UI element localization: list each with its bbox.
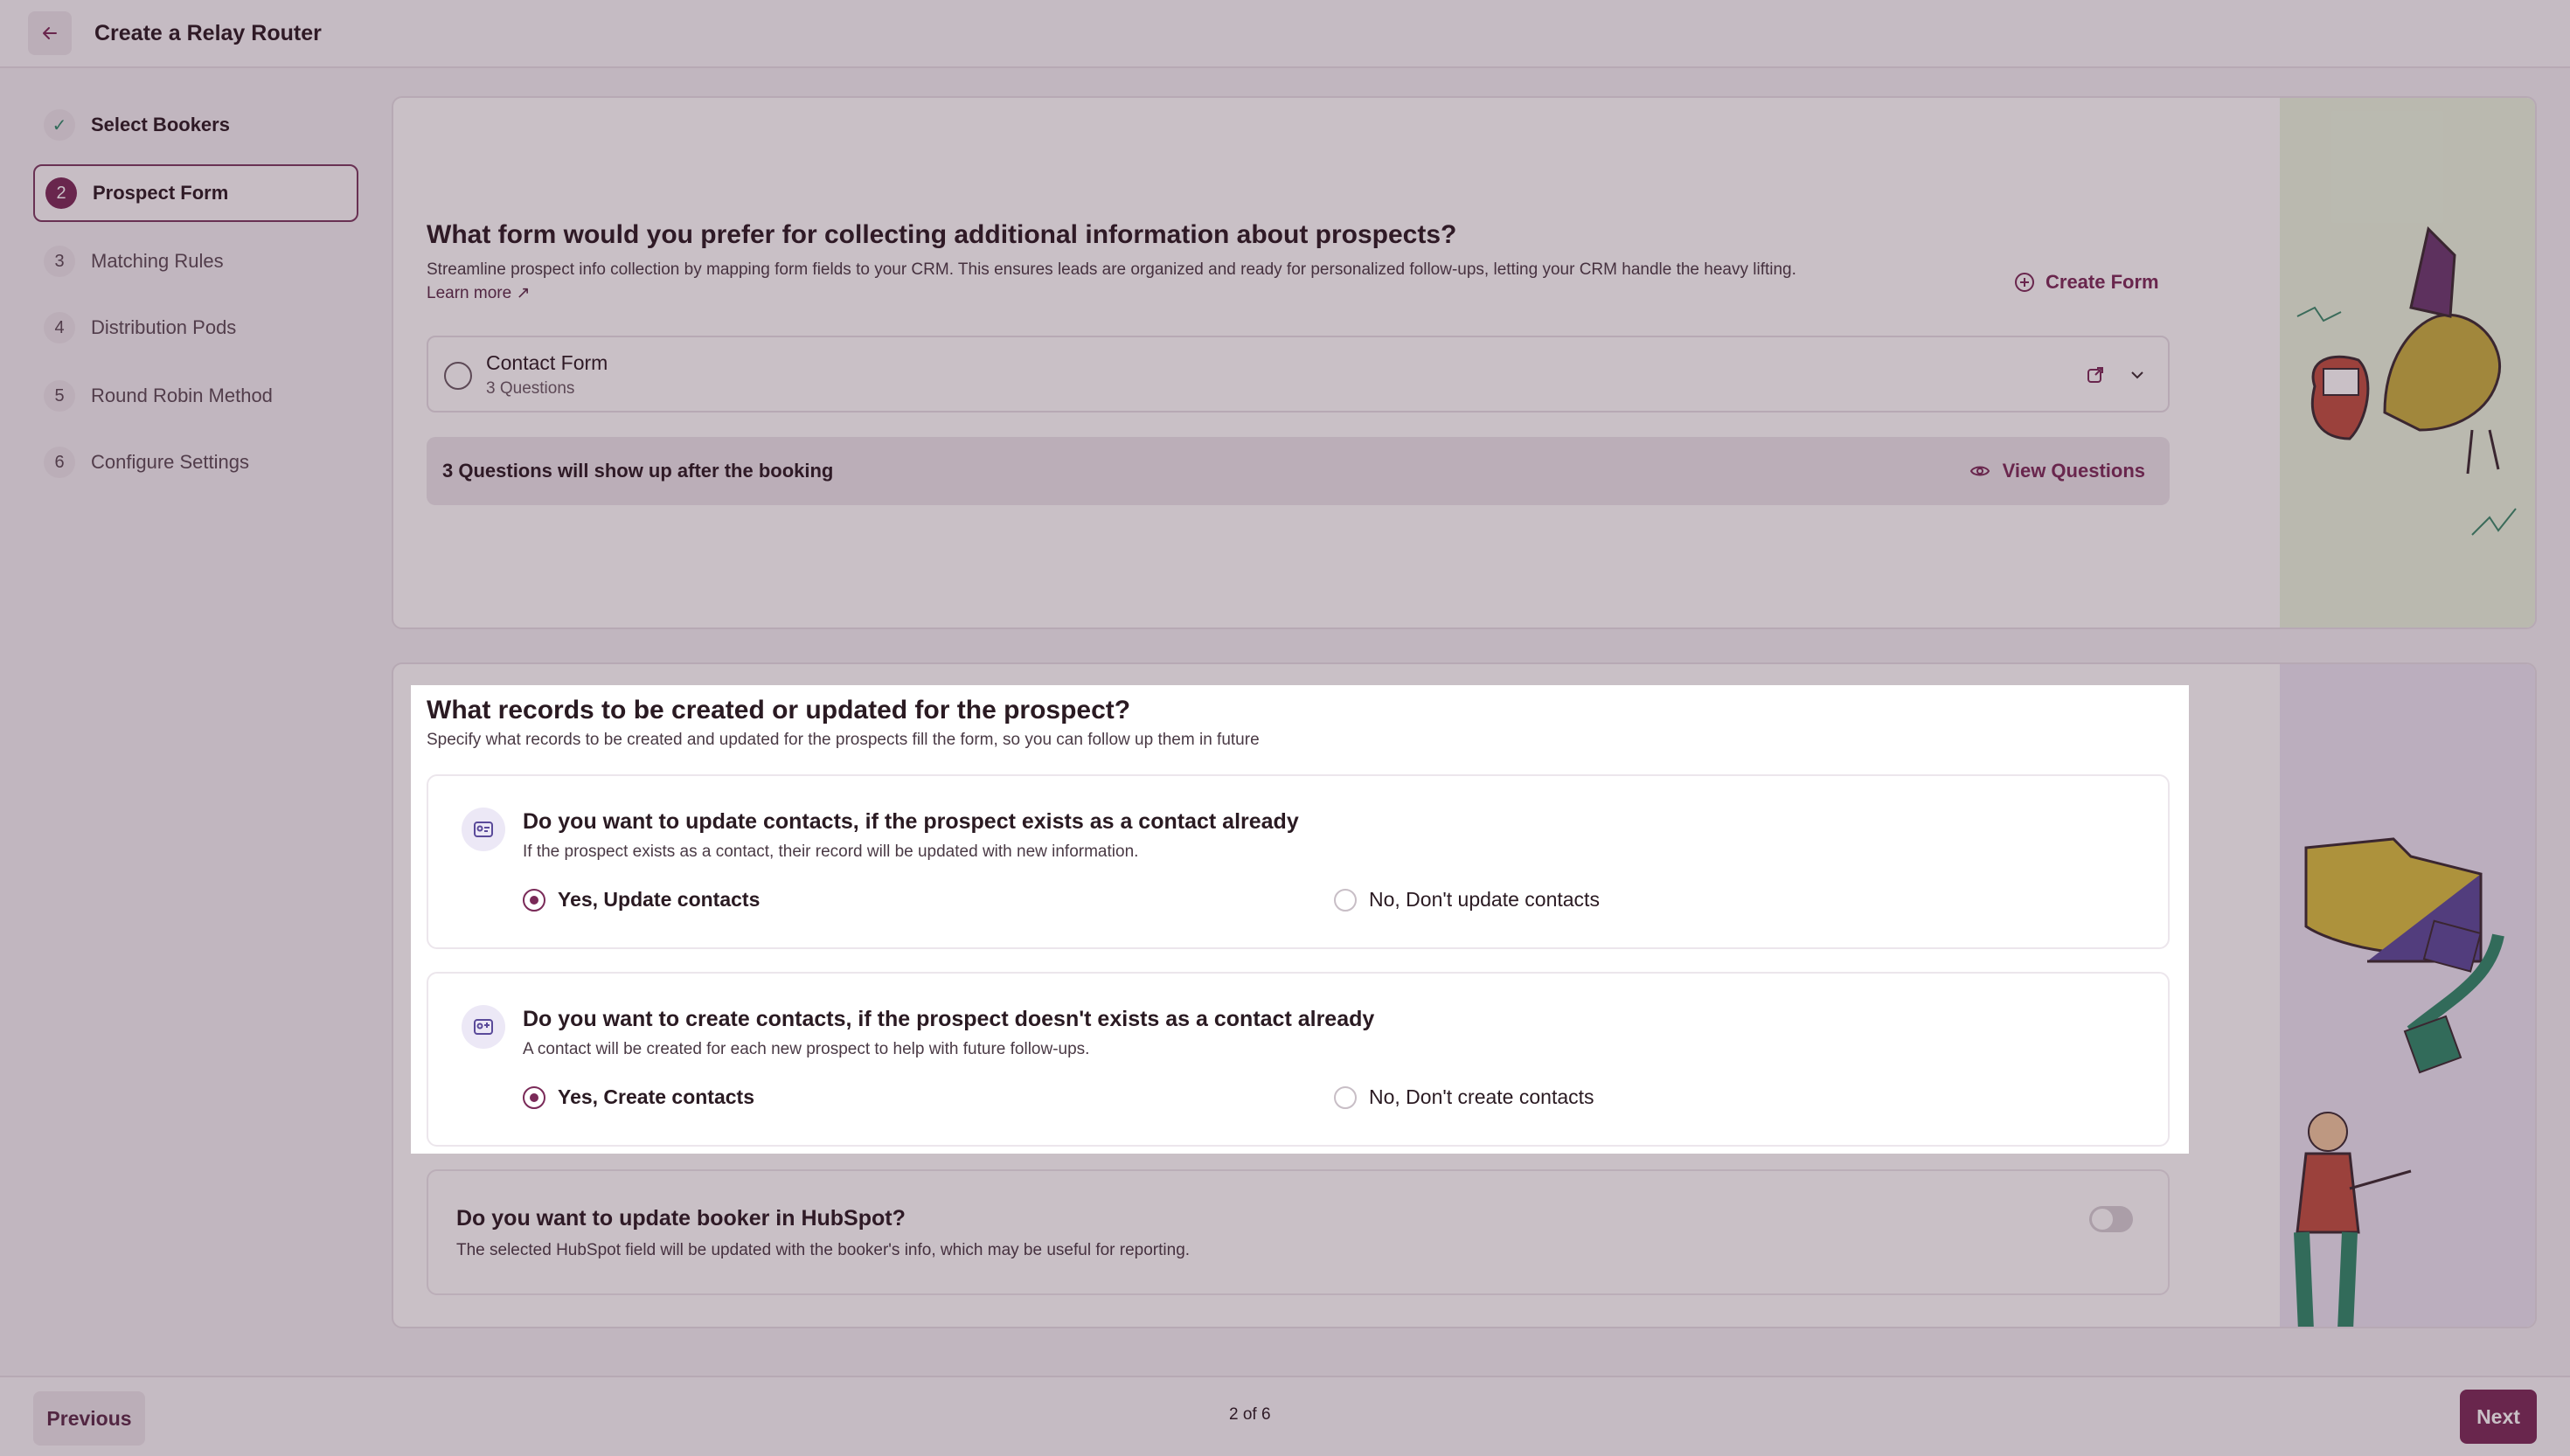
create-contacts-yes-option[interactable]: Yes, Create contacts [523,1085,754,1109]
footer: Previous 2 of 6 Next [0,1376,2570,1456]
radio-button[interactable] [523,1085,545,1109]
step-distribution-pods[interactable]: 4 Distribution Pods [33,299,358,357]
step-label: Round Robin Method [91,385,273,406]
update-booker-toggle[interactable] [2089,1206,2133,1232]
questions-note: 3 Questions will show up after the booki… [442,460,834,482]
step-configure-settings[interactable]: 6 Configure Settings [33,433,358,491]
form-question-subtitle: Streamline prospect info collection by m… [427,260,1796,279]
radio-button[interactable] [1334,888,1357,912]
arrow-left-icon [43,27,57,39]
create-contacts-no-option[interactable]: No, Don't create contacts [1334,1085,1594,1109]
page-indicator: 2 of 6 [1229,1405,1271,1424]
check-icon: ✓ [44,109,75,141]
step-label: Select Bookers [91,114,230,135]
bird-illustration [2280,98,2535,627]
create-contacts-title: Do you want to create contacts, if the p… [523,1007,1375,1031]
chevron-down-icon[interactable] [2128,365,2147,385]
contact-card-icon [462,808,505,851]
step-label: Configure Settings [91,451,249,473]
previous-button[interactable]: Previous [33,1391,145,1446]
records-question-title: What records to be created or updated fo… [427,696,1131,725]
step-round-robin-method[interactable]: 5 Round Robin Method [33,367,358,425]
option-label: No, Don't update contacts [1369,888,1600,911]
folder-illustration [2280,664,2535,1327]
page-title: Create a Relay Router [94,21,322,45]
update-contacts-no-option[interactable]: No, Don't update contacts [1334,888,1600,912]
update-contacts-card: Do you want to update contacts, if the p… [427,774,2170,949]
update-booker-subtitle: The selected HubSpot field will be updat… [456,1241,1191,1259]
top-bar: Create a Relay Router [0,0,2570,68]
step-matching-rules[interactable]: 3 Matching Rules [33,232,358,290]
external-link-icon[interactable] [2086,365,2105,385]
create-form-button[interactable]: Create Form [2014,271,2159,294]
create-contacts-subtitle: A contact will be created for each new p… [523,1040,1090,1058]
option-label: No, Don't create contacts [1369,1085,1594,1108]
next-button[interactable]: Next [2460,1390,2537,1444]
step-number: 5 [44,380,75,412]
form-dropdown[interactable]: Contact Form 3 Questions [427,336,2170,413]
step-label: Matching Rules [91,250,224,272]
step-label: Distribution Pods [91,316,237,338]
step-label: Prospect Form [93,182,229,204]
plus-circle-icon [2015,273,2034,292]
form-question-title: What form would you prefer for collectin… [427,220,1457,249]
create-contacts-card: Do you want to create contacts, if the p… [427,972,2170,1147]
view-questions-label: View Questions [2002,460,2145,482]
view-questions-button[interactable]: View Questions [1969,460,2145,482]
radio-button[interactable] [1334,1085,1357,1109]
learn-more-link[interactable]: Learn more ↗ [427,283,530,303]
update-contacts-subtitle: If the prospect exists as a contact, the… [523,842,1139,861]
option-label: Yes, Create contacts [558,1085,755,1108]
step-number: 2 [45,177,77,209]
create-form-label: Create Form [2046,271,2159,293]
radio-button[interactable] [523,888,545,912]
questions-bar: 3 Questions will show up after the booki… [427,437,2170,505]
step-prospect-form[interactable]: 2 Prospect Form [33,164,358,222]
back-button[interactable] [28,11,72,55]
step-number: 6 [44,447,75,478]
contact-card-icon [462,1005,505,1049]
update-booker-title: Do you want to update booker in HubSpot? [456,1206,906,1231]
option-label: Yes, Update contacts [558,888,761,911]
eye-icon [1969,466,1990,476]
update-contacts-title: Do you want to update contacts, if the p… [523,809,1299,834]
step-select-bookers[interactable]: ✓ Select Bookers [33,96,358,154]
step-number: 3 [44,246,75,277]
update-booker-card: Do you want to update booker in HubSpot?… [427,1169,2170,1295]
form-icon [444,362,472,390]
records-question-subtitle: Specify what records to be created and u… [427,731,1260,749]
step-number: 4 [44,312,75,343]
selected-form-name: Contact Form [486,351,608,374]
update-contacts-yes-option[interactable]: Yes, Update contacts [523,888,760,912]
selected-form-meta: 3 Questions [486,379,575,398]
